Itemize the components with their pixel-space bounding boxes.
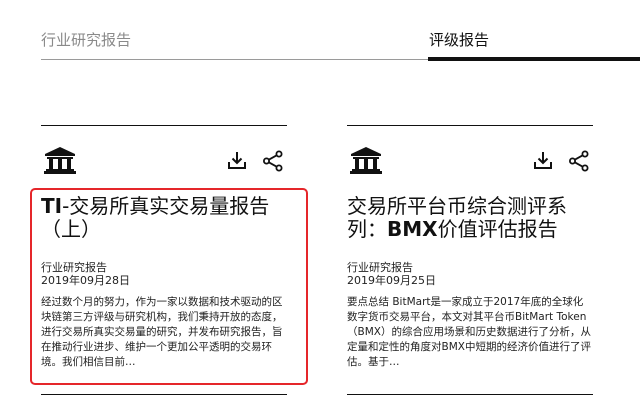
- card-title[interactable]: TI-交易所真实交易量报告（上）: [41, 195, 287, 241]
- share-icon[interactable]: [262, 150, 284, 172]
- card-date: 2019年09月25日: [347, 274, 436, 287]
- tab-divider: [41, 59, 428, 60]
- card-title-text: -交易所真实交易量报告（上）: [41, 194, 270, 241]
- card-summary: 经过数个月的努力，作为一家以数据和技术驱动的区块链第三方评级与研究机构，我们秉持…: [41, 296, 283, 368]
- bank-icon: [350, 147, 382, 174]
- share-icon[interactable]: [568, 150, 590, 172]
- tab-industry-research[interactable]: 行业研究报告: [41, 30, 131, 50]
- download-icon[interactable]: [227, 150, 247, 170]
- report-card[interactable]: TI-交易所真实交易量报告（上） 行业研究报告 2019年09月28日 经过数个…: [41, 125, 287, 395]
- card-category: 行业研究报告: [41, 261, 107, 274]
- bank-icon: [44, 147, 76, 174]
- card-title[interactable]: 交易所平台币综合测评系列：BMX价值评估报告: [347, 195, 593, 241]
- card-date: 2019年09月28日: [41, 274, 130, 287]
- active-tab-indicator: [428, 57, 640, 61]
- card-title-text-2: 价值评估报告: [437, 217, 558, 241]
- card-bottom-rule: [41, 394, 287, 395]
- card-title-bold: BMX: [387, 217, 438, 241]
- tab-rating-report[interactable]: 评级报告: [429, 30, 489, 50]
- download-icon[interactable]: [533, 150, 553, 170]
- card-bottom-rule: [347, 394, 593, 395]
- card-top-rule: [41, 125, 287, 126]
- card-category: 行业研究报告: [347, 261, 413, 274]
- report-card[interactable]: 交易所平台币综合测评系列：BMX价值评估报告 行业研究报告 2019年09月25…: [347, 125, 593, 395]
- card-top-rule: [347, 125, 593, 126]
- card-summary: 要点总结 BitMart是一家成立于2017年底的全球化数字货币交易平台，本文对…: [347, 296, 591, 368]
- card-title-bold: TI: [41, 194, 63, 218]
